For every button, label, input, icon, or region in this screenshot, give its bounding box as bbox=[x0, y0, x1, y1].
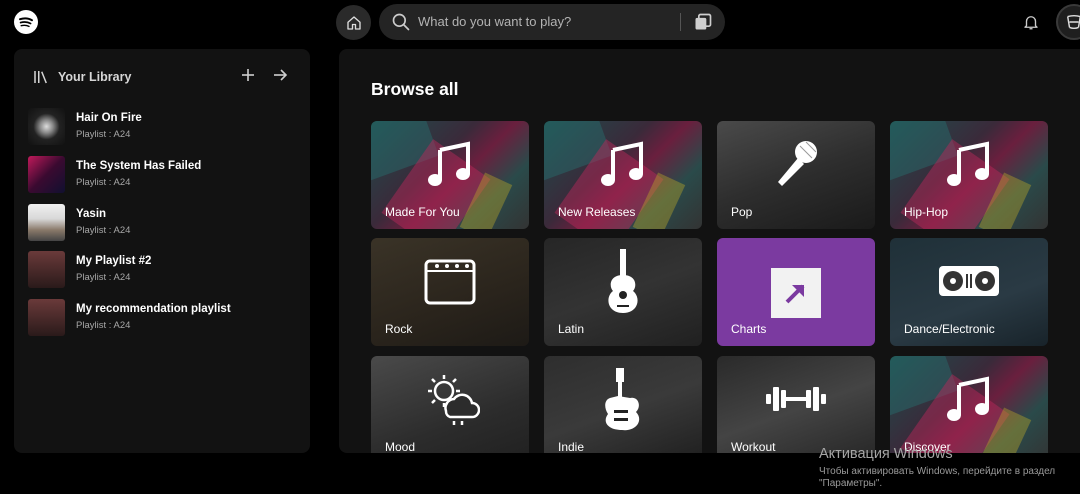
playlist-name: My Playlist #2 bbox=[76, 255, 152, 267]
library-header[interactable]: Your Library bbox=[32, 67, 131, 87]
playlist-name: Yasin bbox=[76, 208, 107, 220]
category-card-indie[interactable]: Indie bbox=[544, 356, 702, 453]
music-note-icon bbox=[601, 141, 643, 187]
category-card-new-releases[interactable]: New Releases bbox=[544, 121, 702, 229]
playlist-meta: Playlist : A24 bbox=[76, 177, 131, 188]
library-title: Your Library bbox=[58, 70, 132, 84]
playlist-name: Hair On Fire bbox=[76, 112, 142, 124]
search-icon bbox=[392, 13, 410, 31]
category-card-made-for-you[interactable]: Made For You bbox=[371, 121, 529, 229]
playlist-cover bbox=[28, 299, 65, 336]
playlist-cover bbox=[28, 108, 65, 145]
category-card-charts[interactable]: Charts bbox=[717, 238, 875, 346]
playlist-meta: Playlist : A24 bbox=[76, 320, 131, 331]
search-bar[interactable]: What do you want to play? bbox=[379, 4, 725, 40]
home-button[interactable] bbox=[336, 5, 371, 40]
category-card-hip-hop[interactable]: Hip-Hop bbox=[890, 121, 1048, 229]
arrow-right-icon[interactable] bbox=[272, 67, 288, 83]
music-note-icon bbox=[947, 141, 989, 187]
card-label: Pop bbox=[731, 205, 753, 219]
library-sidebar: Your Library Hair On Fire Playlist : A24… bbox=[14, 49, 310, 453]
search-input[interactable]: What do you want to play? bbox=[418, 14, 571, 29]
list-item[interactable]: The System Has Failed Playlist : A24 bbox=[28, 156, 298, 194]
list-item[interactable]: My Playlist #2 Playlist : A24 bbox=[28, 251, 298, 289]
card-label: Workout bbox=[731, 440, 776, 453]
card-label: Indie bbox=[558, 440, 585, 453]
spotify-logo[interactable] bbox=[14, 10, 38, 34]
search-divider bbox=[680, 13, 681, 31]
music-note-icon bbox=[428, 141, 470, 187]
category-card-discover[interactable]: Discover bbox=[890, 356, 1048, 453]
list-item[interactable]: Hair On Fire Playlist : A24 bbox=[28, 108, 298, 146]
avatar[interactable] bbox=[1056, 4, 1080, 40]
category-card-latin[interactable]: Latin bbox=[544, 238, 702, 346]
browse-icon[interactable] bbox=[693, 12, 713, 32]
playlist-name: The System Has Failed bbox=[76, 160, 202, 172]
playlist-meta: Playlist : A24 bbox=[76, 272, 131, 283]
turntable-icon bbox=[939, 266, 999, 297]
playlist-name: My recommendation playlist bbox=[76, 303, 231, 315]
card-label: Hip-Hop bbox=[904, 205, 949, 219]
plus-icon[interactable] bbox=[240, 67, 256, 83]
playlist-cover bbox=[28, 251, 65, 288]
playlist-cover bbox=[28, 156, 65, 193]
watermark-text-2: "Параметры". bbox=[819, 478, 883, 489]
bell-icon[interactable] bbox=[1022, 12, 1040, 32]
music-note-icon bbox=[947, 376, 989, 422]
electric-guitar-icon bbox=[605, 368, 640, 431]
card-label: Made For You bbox=[385, 205, 460, 219]
card-label: Dance/Electronic bbox=[904, 322, 995, 336]
page-title: Browse all bbox=[371, 79, 459, 99]
amplifier-icon bbox=[424, 259, 476, 305]
windows-activation-watermark: Активация Windows Чтобы активировать Win… bbox=[819, 446, 1055, 489]
list-item[interactable]: My recommendation playlist Playlist : A2… bbox=[28, 299, 298, 337]
watermark-text: Чтобы активировать Windows, перейдите в … bbox=[819, 466, 1056, 477]
weather-icon bbox=[428, 375, 480, 426]
playlist-cover bbox=[28, 204, 65, 241]
dumbbell-icon bbox=[766, 387, 826, 412]
trending-arrow-icon bbox=[771, 268, 821, 318]
main-content: Browse all Made For You New Releases Pop bbox=[339, 49, 1080, 453]
card-label: Charts bbox=[731, 322, 767, 336]
watermark-title: Активация Windows bbox=[819, 446, 953, 462]
card-label: New Releases bbox=[558, 205, 636, 219]
category-card-rock[interactable]: Rock bbox=[371, 238, 529, 346]
home-icon bbox=[346, 15, 361, 30]
playlist-meta: Playlist : A24 bbox=[76, 225, 131, 236]
card-label: Rock bbox=[385, 322, 413, 336]
category-card-workout[interactable]: Workout bbox=[717, 356, 875, 453]
category-card-mood[interactable]: Mood bbox=[371, 356, 529, 453]
card-label: Latin bbox=[558, 322, 585, 336]
card-label: Mood bbox=[385, 440, 416, 453]
library-icon bbox=[34, 71, 47, 84]
category-card-pop[interactable]: Pop bbox=[717, 121, 875, 229]
playlist-meta: Playlist : A24 bbox=[76, 129, 131, 140]
top-bar: What do you want to play? bbox=[0, 0, 1080, 46]
list-item[interactable]: Yasin Playlist : A24 bbox=[28, 204, 298, 242]
category-card-dance-electronic[interactable]: Dance/Electronic bbox=[890, 238, 1048, 346]
acoustic-guitar-icon bbox=[608, 249, 638, 314]
microphone-icon bbox=[778, 141, 817, 187]
